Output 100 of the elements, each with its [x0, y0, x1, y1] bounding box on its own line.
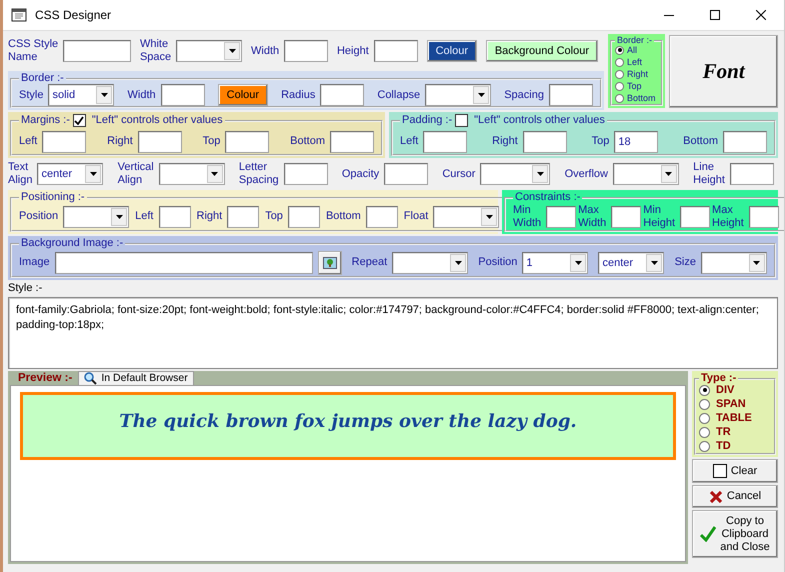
field-label: Max Height: [712, 204, 744, 230]
preview-title: Preview :-: [18, 372, 72, 384]
text-field[interactable]: [288, 206, 320, 228]
text-field[interactable]: [522, 130, 567, 152]
checkbox[interactable]: [455, 114, 468, 127]
radio-button[interactable]: [699, 384, 710, 396]
radio-button[interactable]: [699, 440, 710, 452]
field-label: Bottom: [326, 210, 361, 223]
browser-button[interactable]: In Default Browser: [78, 370, 194, 386]
text-field[interactable]: [284, 40, 328, 62]
dropdown[interactable]: [480, 163, 550, 185]
dropdown[interactable]: [392, 252, 468, 274]
font-button[interactable]: Font: [669, 35, 778, 108]
text-field[interactable]: [320, 84, 364, 106]
radio-button[interactable]: [615, 58, 624, 66]
text-field[interactable]: [723, 130, 767, 152]
dropdown[interactable]: [158, 163, 225, 185]
radio-button[interactable]: [699, 412, 710, 424]
text-field[interactable]: [730, 163, 774, 185]
maximize-icon[interactable]: [710, 10, 720, 20]
text-field[interactable]: 18: [614, 130, 658, 152]
radio-button[interactable]: [615, 46, 624, 54]
caret-icon: [454, 260, 463, 266]
browse-button[interactable]: [318, 250, 342, 274]
text-field[interactable]: [680, 206, 710, 228]
field-label: Vertical Align: [118, 161, 154, 187]
text-field[interactable]: [423, 130, 468, 152]
field-label: Size: [674, 256, 696, 269]
text-field[interactable]: [54, 252, 313, 274]
dropdown[interactable]: center: [37, 163, 104, 185]
text-field[interactable]: [138, 130, 182, 152]
radio-button[interactable]: [699, 426, 710, 438]
dropdown[interactable]: [176, 40, 242, 62]
colour-button[interactable]: Background Colour: [486, 40, 598, 62]
text-field[interactable]: [546, 206, 576, 228]
cancel-button[interactable]: Cancel: [692, 485, 778, 508]
field-label: Letter Spacing: [238, 161, 279, 187]
clear-button[interactable]: Clear: [692, 459, 778, 483]
group-title: Background Image :-: [21, 238, 124, 249]
style-text-area[interactable]: font-family:Gabriola; font-size:20pt; font-weight:bold; font-style:italic; color:#174797; background-color:#C4FFC4; border:solid #FF8000; text-align:center; padding-top:18px;: [8, 297, 778, 369]
field-label: Min Width: [513, 204, 542, 230]
dropdown[interactable]: [425, 84, 492, 106]
text-field[interactable]: [225, 130, 270, 152]
group-title: Type :-: [701, 373, 736, 384]
caret-icon: [210, 171, 220, 177]
field-label: Text Align: [8, 161, 32, 187]
copy-button[interactable]: Copy to Clipboard and Close: [692, 510, 778, 558]
dropdown[interactable]: 1: [522, 252, 588, 274]
field-label: Top: [202, 135, 220, 148]
radio-button[interactable]: [615, 94, 624, 102]
field-label: Line Height: [693, 161, 725, 187]
text-field[interactable]: [330, 130, 374, 152]
text-field[interactable]: [374, 40, 418, 62]
radio-button[interactable]: [699, 398, 710, 410]
dropdown[interactable]: [612, 163, 679, 185]
radio-label: TR: [716, 426, 731, 438]
caret-icon: [228, 48, 237, 54]
text-field[interactable]: [160, 84, 205, 106]
colour-button[interactable]: Colour: [218, 84, 268, 106]
group-title: Margins :-: [21, 115, 70, 126]
field-label: Repeat: [352, 256, 388, 269]
radio-button[interactable]: [615, 82, 624, 90]
field-label: Right: [107, 135, 133, 148]
close-icon[interactable]: [756, 10, 766, 20]
radio-label: Left: [627, 58, 642, 66]
group-title: Constraints :-: [515, 192, 580, 203]
colour-button[interactable]: Colour: [426, 40, 477, 62]
caret-icon: [100, 92, 109, 98]
text-field[interactable]: [548, 84, 593, 106]
radio-label: TABLE: [716, 412, 752, 424]
radio-label: Top: [627, 82, 642, 90]
field-label: Left: [19, 135, 38, 148]
dropdown[interactable]: [700, 252, 767, 274]
text-field[interactable]: [748, 206, 779, 228]
dropdown[interactable]: solid: [48, 84, 114, 106]
text-field[interactable]: [158, 206, 190, 228]
checkbox[interactable]: [72, 114, 86, 127]
group-title: Border :-: [617, 36, 652, 45]
text-field[interactable]: [227, 206, 260, 228]
field-label: Min Height: [643, 204, 676, 230]
text-field[interactable]: [384, 163, 428, 185]
caret-icon: [574, 260, 583, 266]
window-title: CSS Designer: [35, 8, 112, 22]
field-label: Right: [196, 210, 222, 223]
field-label: Top: [592, 135, 610, 148]
check-icon: [700, 526, 716, 542]
field-label: Image: [19, 256, 50, 269]
text-field[interactable]: [63, 40, 132, 62]
text-field[interactable]: [42, 130, 86, 152]
text-field[interactable]: [284, 163, 328, 185]
checkbox-label: "Left" controls other values: [474, 115, 605, 126]
text-field[interactable]: [611, 206, 642, 228]
field-label: Opacity: [342, 168, 380, 180]
caret-icon: [650, 260, 659, 266]
dropdown[interactable]: [63, 206, 130, 228]
caret-icon: [536, 171, 545, 177]
dropdown[interactable]: [433, 206, 500, 228]
dropdown[interactable]: center: [598, 252, 664, 274]
text-field[interactable]: [366, 206, 398, 228]
radio-button[interactable]: [615, 70, 624, 78]
